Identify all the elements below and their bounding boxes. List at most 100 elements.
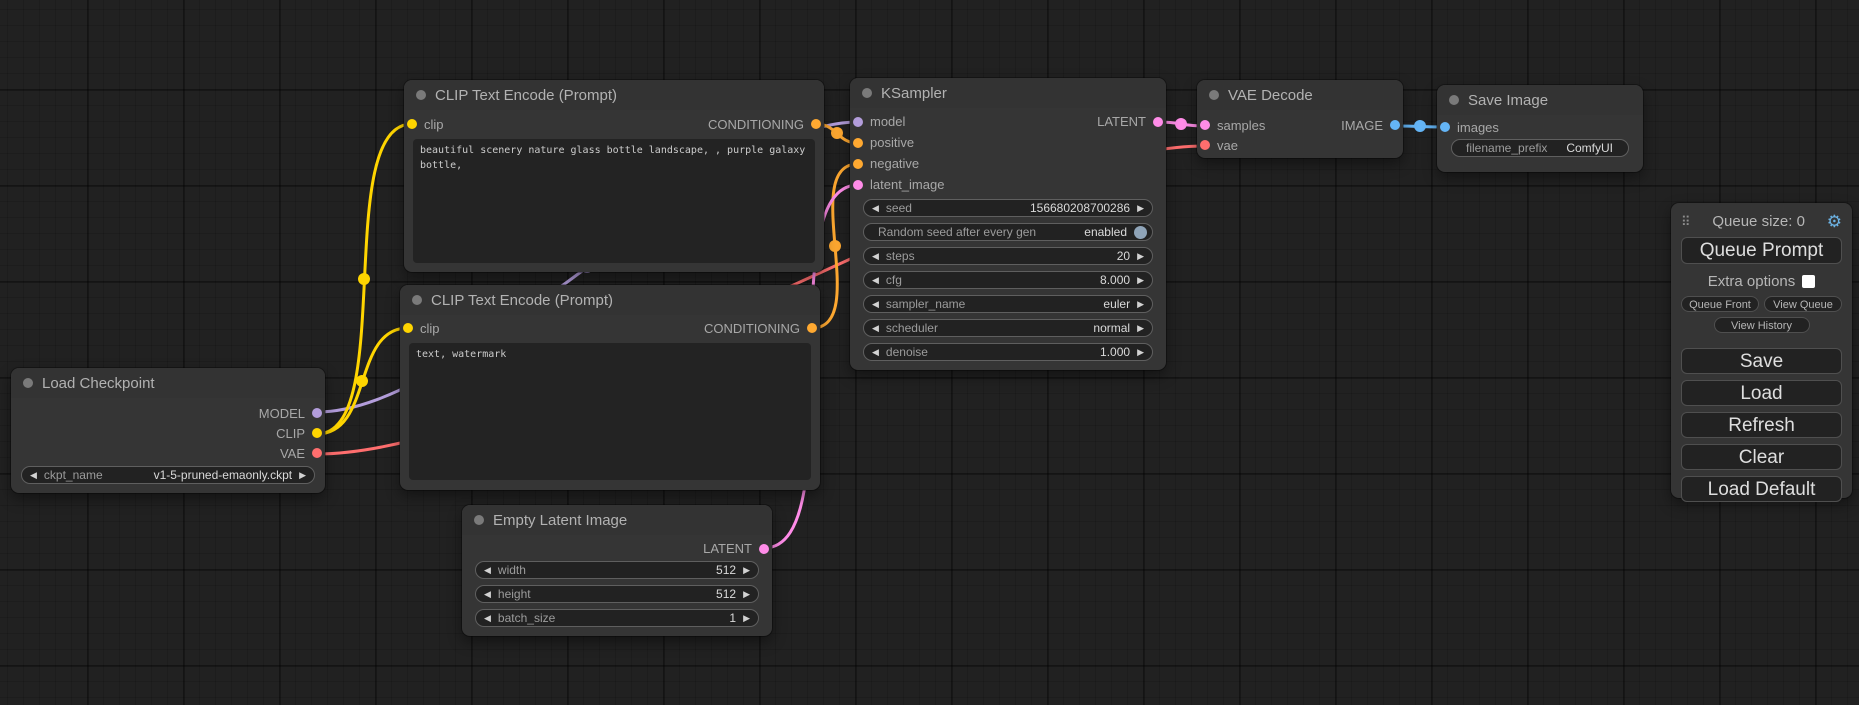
next-value-icon[interactable]: ▶ (1137, 276, 1144, 285)
batch-size-widget[interactable]: ◀ batch_size 1 ▶ (475, 609, 759, 627)
node-graph-canvas[interactable]: Load Checkpoint MODEL CLIP VAE ◀ ckpt_na… (0, 0, 1859, 705)
cfg-widget[interactable]: ◀ cfg 8.000 ▶ (863, 271, 1153, 289)
prev-value-icon[interactable]: ◀ (30, 471, 37, 480)
seed-control-widget[interactable]: Random seed after every gen enabled (863, 223, 1153, 241)
next-value-icon[interactable]: ▶ (1137, 252, 1144, 261)
input-slot-vae[interactable] (1200, 140, 1210, 150)
output-slot-image[interactable] (1390, 120, 1400, 130)
next-value-icon[interactable]: ▶ (743, 614, 750, 623)
prev-value-icon[interactable]: ◀ (872, 348, 879, 357)
sampler-name-widget[interactable]: ◀ sampler_name euler ▶ (863, 295, 1153, 313)
node-title-bar[interactable]: KSampler (850, 78, 1166, 108)
next-value-icon[interactable]: ▶ (299, 471, 306, 480)
wire-midpoint-dot[interactable] (356, 375, 368, 387)
widget-value: 512 (716, 563, 736, 577)
node-title-bar[interactable]: CLIP Text Encode (Prompt) (400, 285, 820, 315)
input-slot-positive[interactable] (853, 138, 863, 148)
output-slot-conditioning[interactable] (811, 119, 821, 129)
wire-midpoint-dot[interactable] (1175, 118, 1187, 130)
drag-handle-icon[interactable]: ⠿ (1681, 215, 1691, 228)
widget-value: 8.000 (1100, 273, 1130, 287)
wire-midpoint-dot[interactable] (831, 127, 843, 139)
next-value-icon[interactable]: ▶ (1137, 204, 1144, 213)
wire-midpoint-dot[interactable] (1414, 120, 1426, 132)
output-label-latent: LATENT (703, 541, 752, 556)
node-load-checkpoint[interactable]: Load Checkpoint MODEL CLIP VAE ◀ ckpt_na… (11, 368, 325, 493)
prev-value-icon[interactable]: ◀ (872, 204, 879, 213)
output-slot-clip[interactable] (312, 428, 322, 438)
scheduler-widget[interactable]: ◀ scheduler normal ▶ (863, 319, 1153, 337)
input-label-latent-image: latent_image (870, 177, 944, 192)
node-title: CLIP Text Encode (Prompt) (435, 87, 617, 104)
next-value-icon[interactable]: ▶ (1137, 300, 1144, 309)
output-slot-model[interactable] (312, 408, 322, 418)
next-value-icon[interactable]: ▶ (743, 590, 750, 599)
node-vae-decode[interactable]: VAE Decode samples IMAGE vae (1197, 80, 1403, 158)
toggle-on-icon[interactable] (1134, 226, 1147, 239)
node-empty-latent-image[interactable]: Empty Latent Image LATENT ◀ width 512 ▶ … (462, 505, 772, 636)
prompt-textarea[interactable]: text, watermark (409, 343, 811, 480)
next-value-icon[interactable]: ▶ (1137, 348, 1144, 357)
node-save-image[interactable]: Save Image images filename_prefix ComfyU… (1437, 85, 1643, 172)
prev-value-icon[interactable]: ◀ (484, 566, 491, 575)
ckpt-name-widget[interactable]: ◀ ckpt_name v1-5-pruned-emaonly.ckpt ▶ (21, 466, 315, 484)
input-label-vae: vae (1217, 138, 1238, 153)
node-ksampler[interactable]: KSampler model LATENT positive negative … (850, 78, 1166, 370)
steps-widget[interactable]: ◀ steps 20 ▶ (863, 247, 1153, 265)
refresh-button[interactable]: Refresh (1681, 412, 1842, 438)
collapse-dot-icon[interactable] (23, 378, 33, 388)
output-slot-latent[interactable] (1153, 117, 1163, 127)
load-button[interactable]: Load (1681, 380, 1842, 406)
next-value-icon[interactable]: ▶ (743, 566, 750, 575)
queue-prompt-button[interactable]: Queue Prompt (1681, 237, 1842, 264)
gear-icon[interactable]: ⚙ (1827, 213, 1842, 230)
view-history-button[interactable]: View History (1714, 317, 1810, 333)
clear-button[interactable]: Clear (1681, 444, 1842, 470)
collapse-dot-icon[interactable] (412, 295, 422, 305)
collapse-dot-icon[interactable] (416, 90, 426, 100)
input-slot-latent-image[interactable] (853, 180, 863, 190)
collapse-dot-icon[interactable] (1449, 95, 1459, 105)
filename-prefix-widget[interactable]: filename_prefix ComfyUI (1451, 139, 1629, 157)
node-clip-text-encode-positive[interactable]: CLIP Text Encode (Prompt) clip CONDITION… (404, 80, 824, 272)
denoise-widget[interactable]: ◀ denoise 1.000 ▶ (863, 343, 1153, 361)
node-title-bar[interactable]: Empty Latent Image (462, 505, 772, 535)
input-slot-model[interactable] (853, 117, 863, 127)
output-label-image: IMAGE (1341, 118, 1383, 133)
output-slot-vae[interactable] (312, 448, 322, 458)
height-widget[interactable]: ◀ height 512 ▶ (475, 585, 759, 603)
prev-value-icon[interactable]: ◀ (872, 252, 879, 261)
prev-value-icon[interactable]: ◀ (872, 276, 879, 285)
widget-value: euler (1103, 297, 1130, 311)
seed-widget[interactable]: ◀ seed 156680208700286 ▶ (863, 199, 1153, 217)
load-default-button[interactable]: Load Default (1681, 476, 1842, 502)
collapse-dot-icon[interactable] (1209, 90, 1219, 100)
extra-options-checkbox[interactable] (1802, 275, 1815, 288)
collapse-dot-icon[interactable] (862, 88, 872, 98)
prompt-textarea[interactable]: beautiful scenery nature glass bottle la… (413, 139, 815, 263)
node-title-bar[interactable]: Save Image (1437, 85, 1643, 115)
next-value-icon[interactable]: ▶ (1137, 324, 1144, 333)
queue-front-button[interactable]: Queue Front (1681, 296, 1759, 312)
prev-value-icon[interactable]: ◀ (484, 590, 491, 599)
input-slot-images[interactable] (1440, 122, 1450, 132)
wire-midpoint-dot[interactable] (829, 240, 841, 252)
output-slot-conditioning[interactable] (807, 323, 817, 333)
node-clip-text-encode-negative[interactable]: CLIP Text Encode (Prompt) clip CONDITION… (400, 285, 820, 490)
wire-midpoint-dot[interactable] (358, 273, 370, 285)
output-slot-latent[interactable] (759, 544, 769, 554)
node-title-bar[interactable]: CLIP Text Encode (Prompt) (404, 80, 824, 110)
width-widget[interactable]: ◀ width 512 ▶ (475, 561, 759, 579)
save-button[interactable]: Save (1681, 348, 1842, 374)
collapse-dot-icon[interactable] (474, 515, 484, 525)
input-slot-clip[interactable] (403, 323, 413, 333)
input-slot-clip[interactable] (407, 119, 417, 129)
view-queue-button[interactable]: View Queue (1764, 296, 1842, 312)
node-title-bar[interactable]: VAE Decode (1197, 80, 1403, 110)
node-title-bar[interactable]: Load Checkpoint (11, 368, 325, 398)
input-slot-samples[interactable] (1200, 120, 1210, 130)
prev-value-icon[interactable]: ◀ (872, 324, 879, 333)
prev-value-icon[interactable]: ◀ (484, 614, 491, 623)
prev-value-icon[interactable]: ◀ (872, 300, 879, 309)
input-slot-negative[interactable] (853, 159, 863, 169)
